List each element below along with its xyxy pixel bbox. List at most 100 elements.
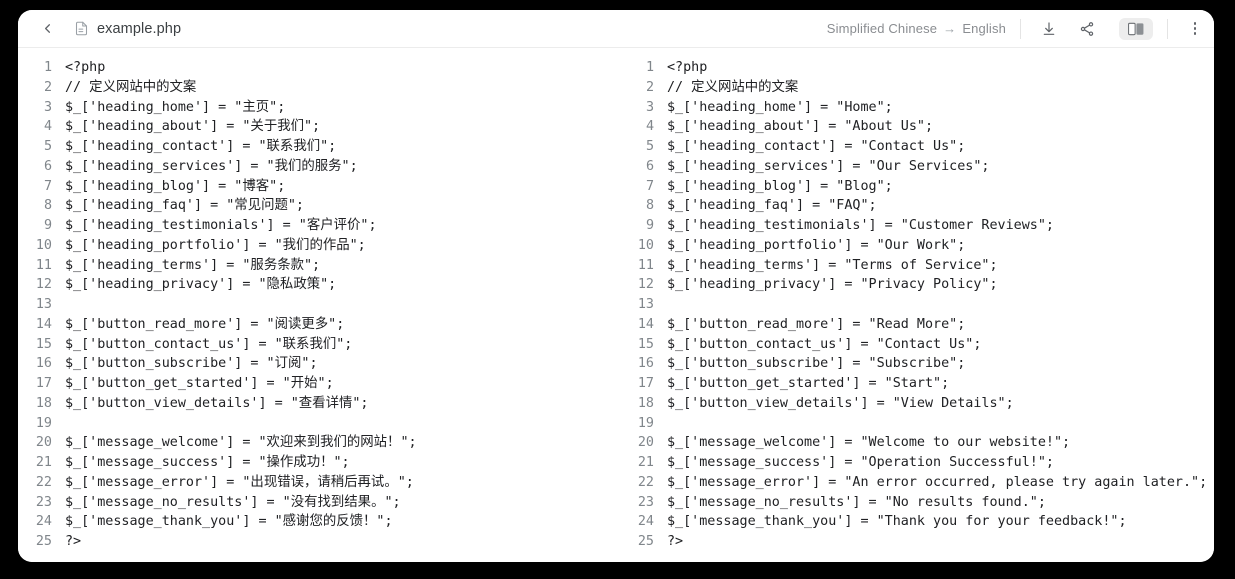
code-line-text: $_['heading_privacy'] = "隐私政策"; (65, 277, 337, 293)
code-line: 22 $_['message_error'] = "An error occurr… (624, 473, 1214, 493)
code-line-text: $_['heading_home'] = "主页"; (65, 99, 286, 115)
code-line-text: $_['message_error'] = "An error occurred… (667, 474, 1208, 490)
split-view-icon (1128, 22, 1144, 35)
line-number: 14 (35, 316, 52, 332)
code-line: 6 $_['heading_services'] = "Our Services"… (624, 157, 1214, 177)
code-line: 7 $_['heading_blog'] = "博客"; (22, 177, 610, 197)
target-code-pane[interactable]: 1 <?php 2 // 定义网站中的文案 3 $_['heading_home'] = … (616, 48, 1214, 562)
code-line-text: $_['heading_contact'] = "Contact Us"; (667, 139, 966, 154)
line-number: 13 (35, 297, 52, 312)
line-number: 25 (35, 534, 52, 549)
line-number: 22 (35, 474, 52, 490)
code-line: 20 $_['message_welcome'] = "欢迎来到我们的网站！"; (22, 433, 610, 453)
code-line-text: $_['heading_terms'] = "Terms of Service"… (667, 257, 998, 273)
code-line: 8 $_['heading_faq'] = "常见问题"; (22, 196, 610, 216)
code-line-text: $_['heading_blog'] = "Blog"; (667, 178, 893, 194)
code-line: 22 $_['message_error'] = "出现错误，请稍后再试。"; (22, 473, 610, 493)
code-line-text: $_['button_contact_us'] = "联系我们"; (65, 336, 353, 352)
target-code-block: 1 <?php 2 // 定义网站中的文案 3 $_['heading_home'] = … (624, 58, 1214, 552)
code-line: 15 $_['button_contact_us'] = "Contact Us"… (624, 335, 1214, 355)
code-line: 9 $_['heading_testimonials'] = "客户评价"; (22, 216, 610, 236)
code-line: 20 $_['message_welcome'] = "Welcome to ou… (624, 433, 1214, 453)
line-number: 3 (645, 99, 654, 115)
line-number: 8 (43, 198, 52, 214)
line-number: 16 (35, 356, 52, 372)
chevron-left-icon (44, 24, 50, 33)
split-view-toggle[interactable] (1119, 17, 1153, 40)
translation-viewer-window: example.php Simplified Chinese → English (18, 10, 1214, 562)
code-line-text: // 定义网站中的文案 (65, 79, 197, 95)
code-line-text: $_['button_subscribe'] = "Subscribe"; (667, 356, 966, 372)
more-options-button[interactable] (1182, 16, 1208, 42)
code-line: 18 $_['button_view_details'] = "查看详情"; (22, 394, 610, 414)
code-line-text: $_['message_error'] = "出现错误，请稍后再试。"; (65, 474, 414, 490)
line-number: 10 (637, 237, 654, 253)
line-number: 5 (645, 139, 654, 154)
code-line: 10 $_['heading_portfolio'] = "我们的作品"; (22, 236, 610, 256)
toolbar-divider-2 (1167, 18, 1168, 39)
line-number: 20 (35, 435, 52, 451)
language-pair-selector[interactable]: Simplified Chinese → English (827, 21, 1006, 36)
more-vertical-icon-dot-1 (1193, 22, 1197, 25)
line-number: 24 (35, 514, 52, 530)
code-line-text: // 定义网站中的文案 (667, 79, 799, 95)
code-line: 8 $_['heading_faq'] = "FAQ"; (624, 196, 1214, 216)
code-line-text: <?php (65, 60, 106, 75)
code-line-text: $_['heading_testimonials'] = "Customer R… (667, 218, 1054, 233)
code-line-text: $_['heading_blog'] = "博客"; (65, 178, 286, 194)
source-code-pane[interactable]: 1 <?php 2 // 定义网站中的文案 3 $_['heading_home'] = … (18, 48, 616, 562)
code-line: 2 // 定义网站中的文案 (22, 78, 610, 98)
code-line: 6 $_['heading_services'] = "我们的服务"; (22, 157, 610, 177)
line-number: 17 (637, 376, 654, 391)
line-number: 10 (35, 237, 52, 253)
code-line-text: $_['button_read_more'] = "Read More"; (667, 316, 966, 332)
code-line: 25 ?> (624, 532, 1214, 552)
line-number: 25 (637, 534, 654, 549)
code-line-text: $_['message_thank_you'] = "Thank you for… (667, 514, 1127, 530)
code-line: 1 <?php (22, 58, 610, 78)
line-number: 22 (637, 474, 654, 490)
code-line: 23 $_['message_no_results'] = "没有找到结果。"; (22, 493, 610, 513)
code-line: 14 $_['button_read_more'] = "Read More"; (624, 315, 1214, 335)
line-number: 9 (645, 218, 654, 233)
code-line-text: $_['heading_about'] = "About Us"; (667, 119, 934, 135)
back-button[interactable] (34, 16, 60, 42)
line-number: 4 (645, 119, 654, 135)
line-number: 5 (43, 139, 52, 154)
code-line: 10 $_['heading_portfolio'] = "Our Work"; (624, 236, 1214, 256)
line-number: 7 (645, 178, 654, 194)
line-number: 13 (637, 297, 654, 312)
code-line: 4 $_['heading_about'] = "关于我们"; (22, 117, 610, 137)
download-button[interactable] (1035, 15, 1063, 43)
line-number: 14 (637, 316, 654, 332)
code-line-text: $_['heading_services'] = "我们的服务"; (65, 158, 358, 174)
code-line: 1 <?php (624, 58, 1214, 78)
line-number: 23 (35, 494, 52, 510)
code-line: 21 $_['message_success'] = "Operation Suc… (624, 453, 1214, 473)
download-icon (1043, 21, 1055, 35)
code-line-text: $_['button_get_started'] = "开始"; (65, 376, 334, 391)
line-number: 9 (43, 218, 52, 233)
code-line-text: <?php (667, 60, 708, 75)
line-number: 21 (35, 455, 52, 470)
line-number: 4 (43, 119, 52, 135)
line-number: 18 (35, 395, 52, 411)
line-number: 15 (637, 336, 654, 352)
code-line-text: $_['button_subscribe'] = "订阅"; (65, 356, 318, 372)
code-line: 7 $_['heading_blog'] = "Blog"; (624, 177, 1214, 197)
line-number: 18 (637, 395, 654, 411)
line-number: 24 (637, 514, 654, 530)
document-icon (75, 21, 88, 36)
file-chip[interactable]: example.php (74, 20, 181, 37)
share-button[interactable] (1073, 15, 1101, 43)
code-line: 19 (22, 414, 610, 434)
code-line: 11 $_['heading_terms'] = "Terms of Servic… (624, 256, 1214, 276)
more-vertical-icon-dot-3 (1193, 32, 1197, 35)
code-line: 17 $_['button_get_started'] = "Start"; (624, 374, 1214, 394)
code-line-text: ?> (65, 534, 82, 549)
line-number: 1 (645, 60, 654, 75)
line-number: 8 (645, 198, 654, 214)
line-number: 12 (637, 277, 654, 293)
code-line-text: $_['heading_terms'] = "服务条款"; (65, 257, 321, 273)
line-number: 17 (35, 376, 52, 391)
